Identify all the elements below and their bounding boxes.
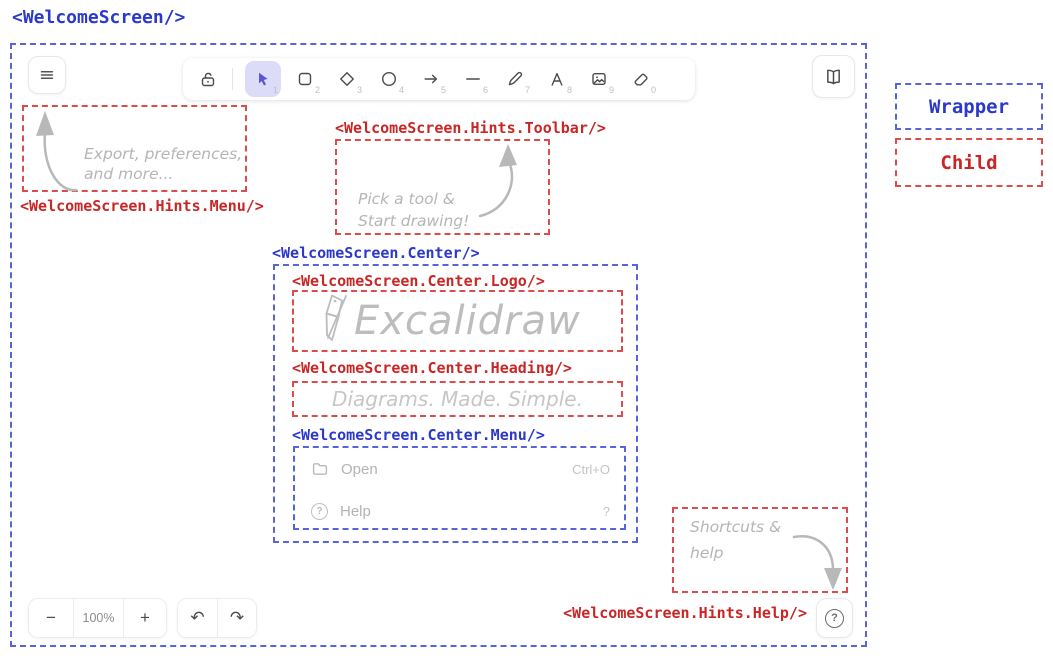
- rectangle-icon: [295, 69, 315, 89]
- help-hint-text: Shortcuts & help: [690, 514, 781, 566]
- hamburger-icon: [37, 65, 57, 85]
- arrow-tool-button[interactable]: 5: [413, 61, 449, 97]
- image-tool-button[interactable]: 9: [581, 61, 617, 97]
- annotation-label-center-logo: <WelcomeScreen.Center.Logo/>: [292, 272, 545, 290]
- undo-button[interactable]: ↶: [178, 599, 217, 637]
- book-icon: [823, 66, 844, 87]
- lock-tool-button[interactable]: [193, 61, 223, 97]
- zoom-reset-button[interactable]: 100%: [74, 599, 123, 637]
- eraser-tool-button[interactable]: 0: [623, 61, 659, 97]
- annotation-label-center-heading: <WelcomeScreen.Center.Heading/>: [292, 359, 572, 377]
- zoom-out-button[interactable]: −: [29, 599, 73, 637]
- menu-item-label: Help: [340, 503, 371, 520]
- diamond-icon: [337, 69, 357, 89]
- toolbar-separator: [232, 68, 233, 90]
- tool-shortcut-label: 2: [315, 85, 320, 95]
- redo-icon: ↷: [230, 608, 244, 628]
- undo-icon: ↶: [190, 608, 204, 628]
- tool-shortcut-label: 5: [441, 85, 446, 95]
- zoom-value: 100%: [83, 611, 115, 625]
- zoom-in-button[interactable]: +: [124, 599, 166, 637]
- tool-shortcut-label: 9: [609, 85, 614, 95]
- help-button[interactable]: ?: [816, 598, 853, 638]
- tool-shortcut-label: 6: [483, 85, 488, 95]
- library-button[interactable]: [812, 55, 855, 98]
- annotation-box-center-heading: Diagrams. Made. Simple.: [292, 381, 623, 417]
- annotation-label-hints-help: <WelcomeScreen.Hints.Help/>: [553, 604, 807, 622]
- tool-shortcut-label: 3: [357, 85, 362, 95]
- eraser-icon: [631, 69, 651, 89]
- selection-cursor-icon: [253, 69, 273, 89]
- lock-icon: [198, 69, 218, 89]
- diamond-tool-button[interactable]: 3: [329, 61, 365, 97]
- menu-hint-text: Export, preferences, and more...: [84, 144, 242, 184]
- toolbar-hint-text: Pick a tool & Start drawing!: [358, 188, 469, 232]
- history-controls: ↶ ↷: [177, 598, 257, 638]
- annotation-label-hints-menu: <WelcomeScreen.Hints.Menu/>: [20, 197, 264, 215]
- welcome-menu-item-help[interactable]: ? Help ?: [311, 500, 610, 522]
- question-circle-icon: ?: [825, 609, 844, 628]
- excalidraw-logo-icon: [316, 292, 352, 350]
- tool-shortcut-label: 7: [525, 85, 530, 95]
- menu-item-label: Open: [341, 461, 378, 478]
- pencil-icon: [505, 69, 525, 89]
- legend-wrapper-label: Wrapper: [929, 96, 1009, 118]
- legend-child-box: Child: [895, 138, 1043, 187]
- legend-wrapper-box: Wrapper: [895, 83, 1043, 130]
- draw-tool-button[interactable]: 7: [497, 61, 533, 97]
- redo-button[interactable]: ↷: [218, 599, 256, 637]
- tool-shortcut-label: 4: [399, 85, 404, 95]
- menu-item-shortcut: ?: [603, 504, 610, 519]
- annotation-label-hints-toolbar: <WelcomeScreen.Hints.Toolbar/>: [335, 119, 606, 137]
- annotation-label-center-menu: <WelcomeScreen.Center.Menu/>: [292, 426, 545, 444]
- excalidraw-logo-text: Excalidraw: [354, 290, 581, 352]
- welcome-screen-annotated-doc: <WelcomeScreen/> 1 2: [0, 0, 1053, 661]
- toolbar-island: 1 2 3 4 5: [183, 58, 695, 100]
- menu-item-shortcut: Ctrl+O: [572, 462, 610, 477]
- question-circle-icon: ?: [311, 503, 328, 520]
- welcome-heading-text: Diagrams. Made. Simple.: [332, 387, 583, 411]
- selection-tool-button[interactable]: 1: [245, 61, 281, 97]
- tool-shortcut-label: 0: [651, 85, 656, 95]
- minus-icon: −: [46, 608, 56, 628]
- folder-icon: [311, 460, 329, 478]
- text-tool-button[interactable]: 8: [539, 61, 575, 97]
- arrow-icon: [421, 69, 441, 89]
- legend-child-label: Child: [940, 152, 997, 174]
- image-icon: [589, 69, 609, 89]
- text-icon: [547, 69, 567, 89]
- rectangle-tool-button[interactable]: 2: [287, 61, 323, 97]
- annotation-label-welcome-screen: <WelcomeScreen/>: [12, 7, 185, 28]
- zoom-controls: − 100% +: [28, 598, 167, 638]
- welcome-menu-item-open[interactable]: Open Ctrl+O: [311, 458, 610, 480]
- plus-icon: +: [140, 608, 150, 628]
- toolbar-hint-arrow: [466, 138, 526, 223]
- help-hint-arrow: [786, 524, 846, 596]
- ellipse-icon: [379, 69, 399, 89]
- main-menu-button[interactable]: [28, 56, 66, 94]
- annotation-box-center-menu: Open Ctrl+O ? Help ?: [293, 446, 626, 530]
- ellipse-tool-button[interactable]: 4: [371, 61, 407, 97]
- tool-shortcut-label: 8: [567, 85, 572, 95]
- line-icon: [463, 69, 483, 89]
- line-tool-button[interactable]: 6: [455, 61, 491, 97]
- menu-hint-arrow: [28, 106, 88, 201]
- tool-shortcut-label: 1: [273, 85, 278, 95]
- annotation-label-center: <WelcomeScreen.Center/>: [272, 244, 480, 262]
